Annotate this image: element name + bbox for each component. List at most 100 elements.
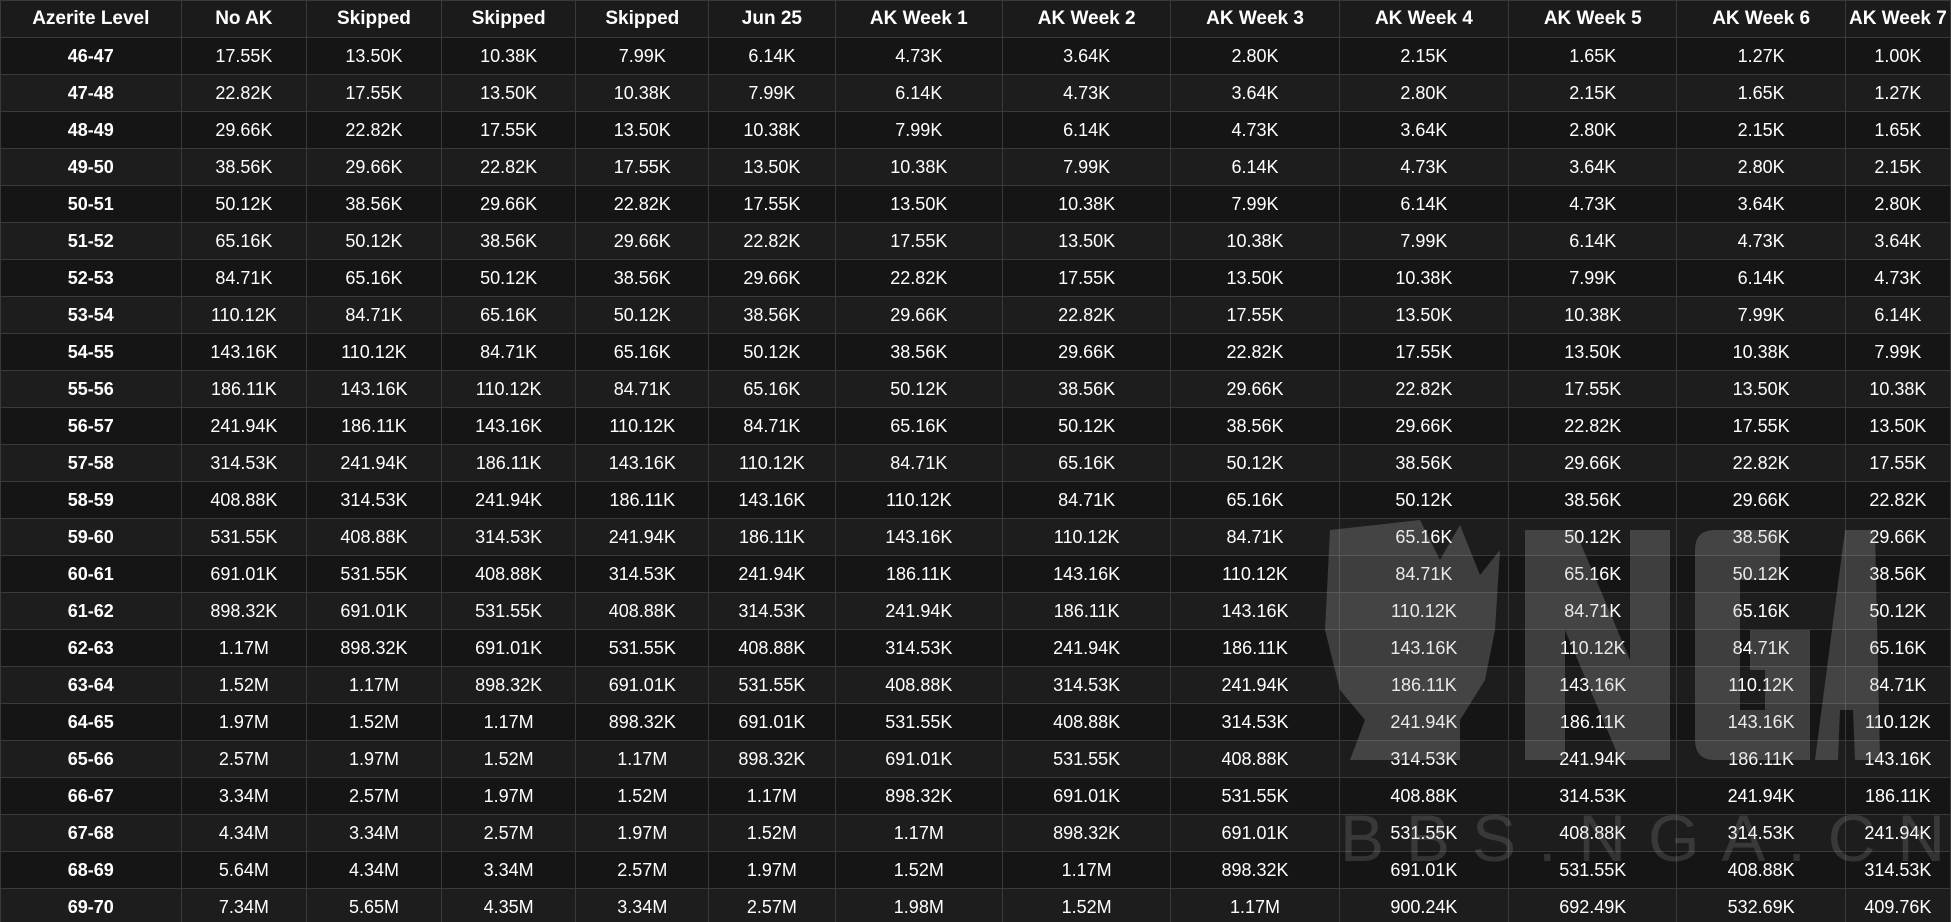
level-cell: 60-61 xyxy=(0,555,182,593)
xp-cell: 4.34M xyxy=(180,814,308,852)
level-cell: 52-53 xyxy=(0,259,182,297)
xp-cell: 531.55K xyxy=(306,555,442,593)
xp-cell: 17.55K xyxy=(1001,259,1172,297)
xp-cell: 13.50K xyxy=(440,74,577,112)
xp-cell: 65.16K xyxy=(440,296,577,334)
xp-cell: 408.88K xyxy=(1170,740,1340,778)
column-header-azerite-level: Azerite Level xyxy=(0,0,182,38)
level-cell: 65-66 xyxy=(0,740,182,778)
column-header: Skipped xyxy=(575,0,710,38)
xp-cell: 1.97M xyxy=(440,777,577,815)
xp-cell: 22.82K xyxy=(306,111,442,149)
xp-cell: 1.17M xyxy=(1170,888,1340,922)
xp-cell: 2.80K xyxy=(1338,74,1510,112)
table-row: 51-52 65.16K 50.12K 38.56K 29.66K 22.82K 17.55… xyxy=(0,222,1951,260)
table-row: 46-47 17.55K 13.50K 10.38K 7.99K 6.14K 4.73K 3.… xyxy=(0,37,1951,75)
xp-cell: 241.94K xyxy=(1338,703,1510,741)
table-row: 65-66 2.57M 1.97M 1.52M 1.17M 898.32K 691.01K 5… xyxy=(0,740,1951,778)
level-cell: 48-49 xyxy=(0,111,182,149)
xp-cell: 2.15K xyxy=(1508,74,1678,112)
xp-cell: 186.11K xyxy=(440,444,577,482)
xp-cell: 10.38K xyxy=(1001,185,1172,223)
column-header: AK Week 5 xyxy=(1508,0,1678,38)
xp-cell: 314.53K xyxy=(1170,703,1340,741)
xp-cell: 110.12K xyxy=(834,481,1003,519)
xp-cell: 38.56K xyxy=(1170,407,1340,445)
level-cell: 53-54 xyxy=(0,296,182,334)
xp-cell: 17.55K xyxy=(180,37,308,75)
table-row: 60-61 691.01K 531.55K 408.88K 314.53K 241.94K… xyxy=(0,555,1951,593)
xp-cell: 10.38K xyxy=(1338,259,1510,297)
column-header: AK Week 4 xyxy=(1338,0,1510,38)
header-row: Azerite Level No AK Skipped Skipped Skipped J… xyxy=(0,0,1951,38)
xp-cell: 65.16K xyxy=(306,259,442,297)
xp-cell: 898.32K xyxy=(1170,851,1340,889)
xp-cell: 65.16K xyxy=(834,407,1003,445)
xp-cell: 1.00K xyxy=(1844,37,1951,75)
xp-cell: 110.12K xyxy=(1508,629,1678,667)
table-row: 68-69 5.64M 4.34M 3.34M 2.57M 1.97M 1.52M 1.17M… xyxy=(0,851,1951,889)
table-row: 58-59 408.88K 314.53K 241.94K 186.11K 143.16K… xyxy=(0,481,1951,519)
xp-cell: 22.82K xyxy=(708,222,836,260)
xp-cell: 691.01K xyxy=(306,592,442,630)
xp-cell: 3.34M xyxy=(575,888,710,922)
xp-cell: 691.01K xyxy=(440,629,577,667)
xp-cell: 38.56K xyxy=(1676,518,1846,556)
xp-cell: 1.27K xyxy=(1676,37,1846,75)
column-header: AK Week 6 xyxy=(1676,0,1846,38)
xp-cell: 3.34M xyxy=(306,814,442,852)
xp-cell: 408.88K xyxy=(180,481,308,519)
xp-cell: 50.12K xyxy=(180,185,308,223)
level-cell: 54-55 xyxy=(0,333,182,371)
xp-cell: 84.71K xyxy=(180,259,308,297)
xp-cell: 1.17M xyxy=(440,703,577,741)
table-row: 67-68 4.34M 3.34M 2.57M 1.97M 1.52M 1.17M 898.3… xyxy=(0,814,1951,852)
column-header: AK Week 7 xyxy=(1844,0,1951,38)
xp-cell: 22.82K xyxy=(575,185,710,223)
xp-cell: 84.71K xyxy=(1338,555,1510,593)
xp-cell: 65.16K xyxy=(1170,481,1340,519)
xp-cell: 65.16K xyxy=(1508,555,1678,593)
xp-cell: 84.71K xyxy=(306,296,442,334)
xp-cell: 7.99K xyxy=(834,111,1003,149)
xp-cell: 241.94K xyxy=(1676,777,1846,815)
xp-cell: 2.80K xyxy=(1508,111,1678,149)
xp-cell: 143.16K xyxy=(1001,555,1172,593)
xp-cell: 1.17M xyxy=(1001,851,1172,889)
xp-cell: 186.11K xyxy=(1844,777,1951,815)
xp-cell: 1.52M xyxy=(180,666,308,704)
xp-cell: 84.71K xyxy=(1508,592,1678,630)
xp-cell: 4.73K xyxy=(1508,185,1678,223)
xp-cell: 1.97M xyxy=(708,851,836,889)
xp-cell: 691.01K xyxy=(180,555,308,593)
azerite-xp-table: Azerite Level No AK Skipped Skipped Skipped J… xyxy=(0,0,1951,922)
level-cell: 69-70 xyxy=(0,888,182,922)
xp-cell: 50.12K xyxy=(306,222,442,260)
xp-cell: 143.16K xyxy=(306,370,442,408)
xp-cell: 4.73K xyxy=(1338,148,1510,186)
xp-cell: 531.55K xyxy=(1508,851,1678,889)
table-row: 63-64 1.52M 1.17M 898.32K 691.01K 531.55K 408.… xyxy=(0,666,1951,704)
xp-cell: 84.71K xyxy=(1001,481,1172,519)
xp-cell: 17.55K xyxy=(708,185,836,223)
xp-cell: 13.50K xyxy=(1170,259,1340,297)
xp-cell: 241.94K xyxy=(180,407,308,445)
xp-cell: 84.71K xyxy=(1676,629,1846,667)
xp-cell: 110.12K xyxy=(575,407,710,445)
xp-cell: 2.15K xyxy=(1676,111,1846,149)
xp-cell: 29.66K xyxy=(575,222,710,260)
xp-cell: 22.82K xyxy=(440,148,577,186)
xp-cell: 2.15K xyxy=(1844,148,1951,186)
xp-cell: 50.12K xyxy=(1676,555,1846,593)
xp-cell: 7.99K xyxy=(1844,333,1951,371)
xp-cell: 241.94K xyxy=(575,518,710,556)
xp-cell: 65.16K xyxy=(1676,592,1846,630)
xp-cell: 38.56K xyxy=(1001,370,1172,408)
xp-cell: 50.12K xyxy=(575,296,710,334)
xp-cell: 898.32K xyxy=(834,777,1003,815)
xp-cell: 6.14K xyxy=(708,37,836,75)
xp-cell: 2.80K xyxy=(1844,185,1951,223)
xp-cell: 110.12K xyxy=(1844,703,1951,741)
level-cell: 55-56 xyxy=(0,370,182,408)
xp-cell: 1.97M xyxy=(180,703,308,741)
